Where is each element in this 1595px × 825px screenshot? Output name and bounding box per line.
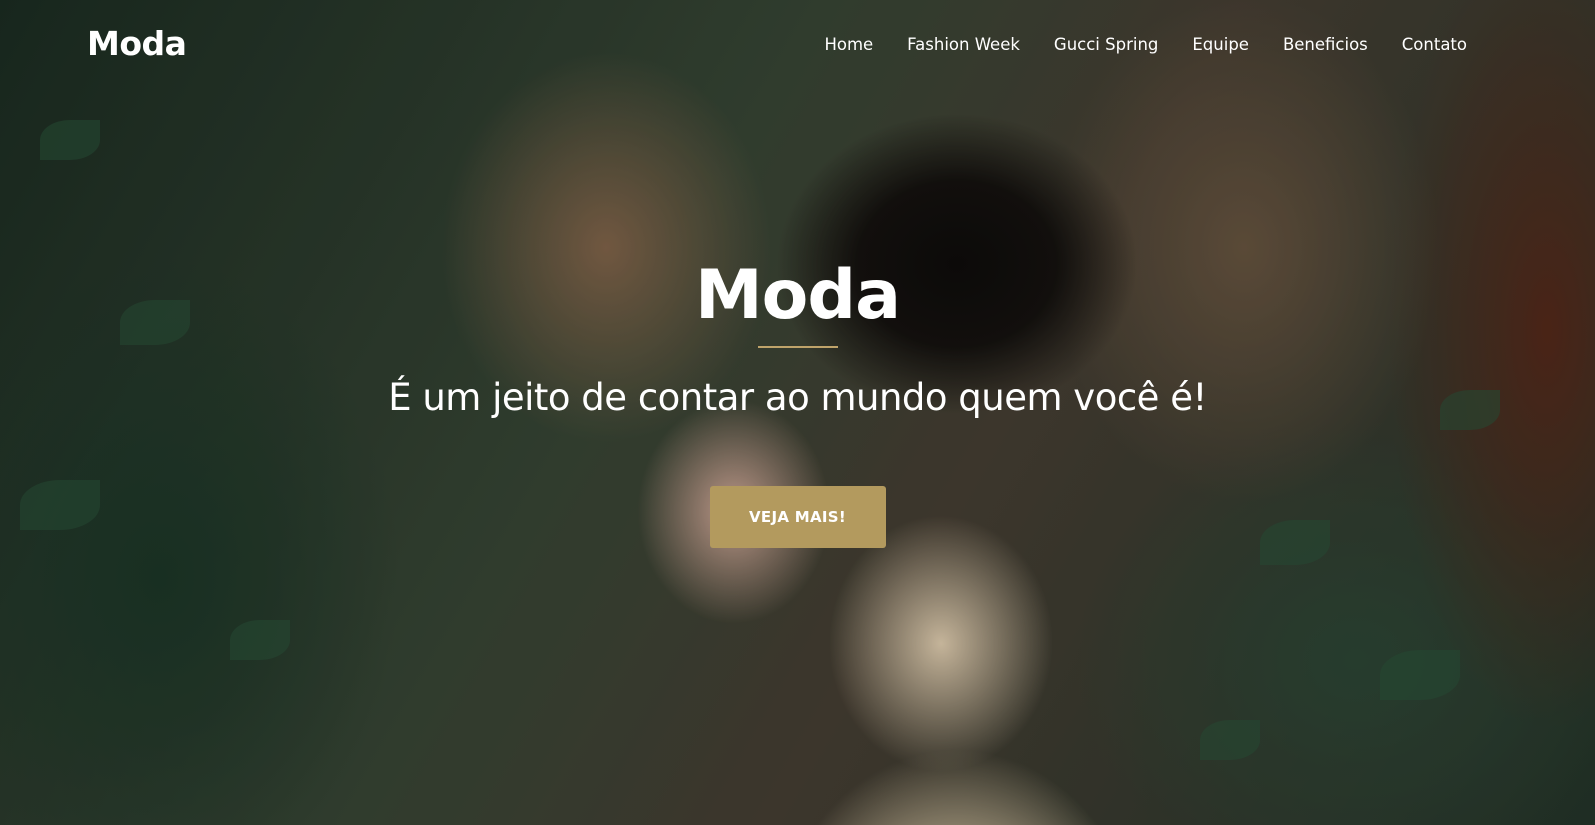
main-nav: Home Fashion Week Gucci Spring Equipe Be…: [824, 35, 1467, 54]
title-divider: [757, 346, 838, 348]
nav-gucci-spring[interactable]: Gucci Spring: [1054, 35, 1158, 54]
hero-section: Moda Home Fashion Week Gucci Spring Equi…: [0, 0, 1595, 825]
hero-title: Moda: [695, 256, 901, 335]
hero-subtitle: É um jeito de contar ao mundo quem você …: [388, 376, 1207, 419]
nav-home[interactable]: Home: [824, 35, 873, 54]
nav-fashion-week[interactable]: Fashion Week: [907, 35, 1020, 54]
hero-content: Moda É um jeito de contar ao mundo quem …: [0, 258, 1595, 548]
nav-equipe[interactable]: Equipe: [1192, 35, 1249, 54]
veja-mais-button[interactable]: VEJA MAIS!: [709, 486, 886, 548]
nav-contato[interactable]: Contato: [1402, 35, 1467, 54]
nav-beneficios[interactable]: Beneficios: [1283, 35, 1368, 54]
brand-logo[interactable]: Moda: [87, 24, 187, 63]
